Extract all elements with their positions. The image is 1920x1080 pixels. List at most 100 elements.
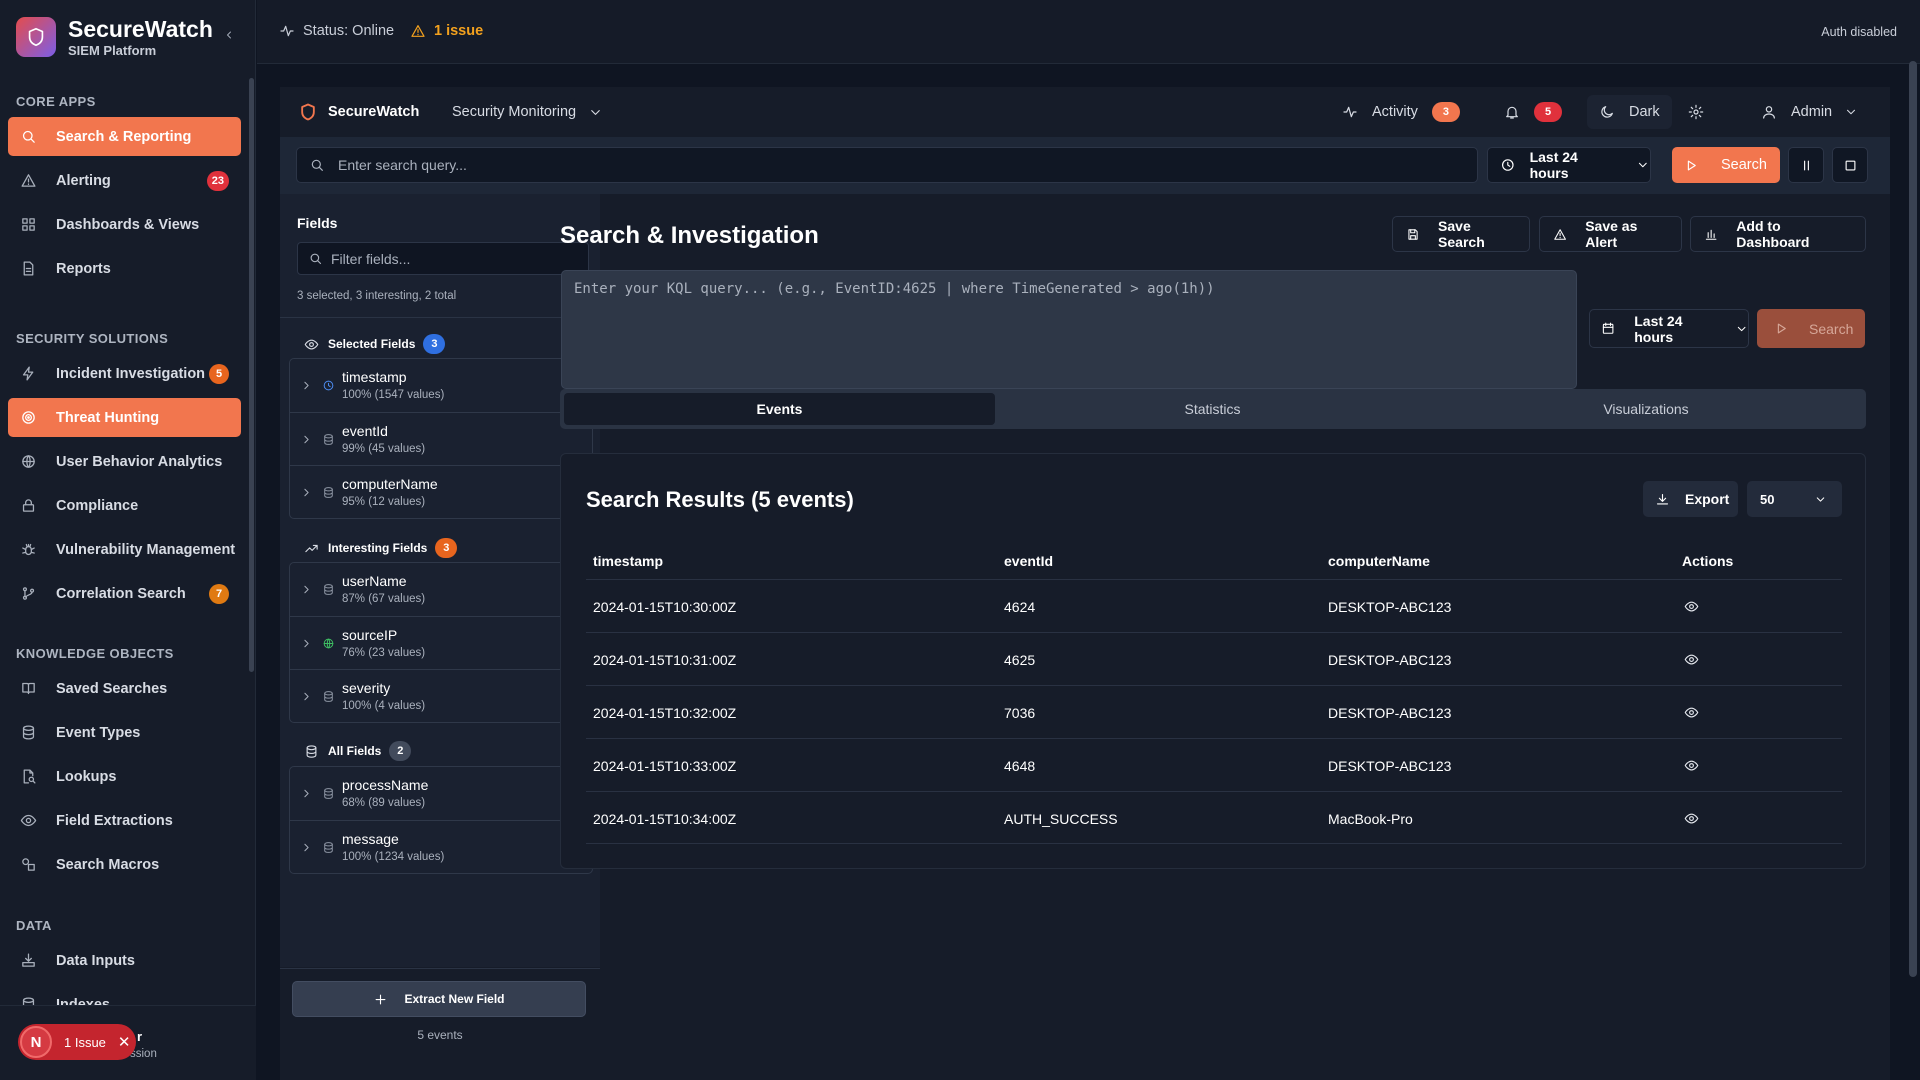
sidebar-item-alerting[interactable]: Alerting 23 xyxy=(8,161,241,200)
tab-events[interactable]: Events xyxy=(564,393,995,425)
sidebar-item-event-types[interactable]: Event Types xyxy=(8,713,241,752)
lock-icon xyxy=(22,499,35,512)
chevron-right-icon[interactable] xyxy=(300,433,313,446)
save-alert-label: Save as Alert xyxy=(1585,218,1638,250)
user-menu[interactable]: Admin xyxy=(1749,95,1870,129)
field-item[interactable]: processName 68% (89 values) xyxy=(290,767,592,820)
cell-eventid: 4648 xyxy=(1004,758,1036,774)
download-icon xyxy=(1656,493,1669,504)
table-row[interactable]: 2024-01-15T10:32:00Z 7036 DESKTOP-ABC123 xyxy=(586,685,1842,738)
add-to-dashboard-button[interactable]: Add to Dashboard xyxy=(1690,216,1866,252)
field-stats: 100% (1234 values) xyxy=(342,851,445,863)
sidebar-item-saved-searches[interactable]: Saved Searches xyxy=(8,669,241,708)
app-header: SecureWatch Security Monitoring Activity… xyxy=(280,87,1890,137)
interesting-fields-header[interactable]: Interesting Fields 3 xyxy=(304,538,458,558)
sidebar-item-threat-hunting[interactable]: Threat Hunting xyxy=(8,398,241,437)
cell-timestamp: 2024-01-15T10:30:00Z xyxy=(593,599,737,615)
field-item[interactable]: timestamp 100% (1547 values) xyxy=(290,359,592,412)
field-item[interactable]: computerName 95% (12 values) xyxy=(290,465,592,518)
field-item[interactable]: userName 87% (67 values) xyxy=(290,563,592,616)
all-fields-header[interactable]: All Fields 2 xyxy=(304,741,412,761)
collapse-sidebar-chevron-icon[interactable] xyxy=(223,29,235,41)
sidebar-item-label: Dashboards & Views xyxy=(56,216,200,233)
sidebar-item-dashboards[interactable]: Dashboards & Views xyxy=(8,205,241,244)
lightning-icon xyxy=(22,366,34,381)
kql-query-editor[interactable]: Enter your KQL query... (e.g., EventID:4… xyxy=(561,270,1577,389)
issues-toast[interactable]: N 1 Issue ✕ xyxy=(18,1024,136,1060)
tab-statistics[interactable]: Statistics xyxy=(997,393,1428,425)
sidebar-item-vulnerability-management[interactable]: Vulnerability Management xyxy=(8,530,241,569)
monitoring-dropdown[interactable]: Security Monitoring xyxy=(452,104,603,120)
tab-visualizations[interactable]: Visualizations xyxy=(1430,393,1862,425)
sidebar-item-search-macros[interactable]: Search Macros xyxy=(8,845,241,884)
view-eye-icon[interactable] xyxy=(1684,705,1699,720)
view-eye-icon[interactable] xyxy=(1684,652,1699,667)
pause-button[interactable] xyxy=(1788,147,1824,183)
section-knowledge-objects: KNOWLEDGE OBJECTS xyxy=(16,646,174,661)
table-row[interactable]: 2024-01-15T10:34:00Z AUTH_SUCCESS MacBoo… xyxy=(586,791,1842,844)
theme-toggle[interactable]: Dark xyxy=(1587,95,1672,129)
settings-button[interactable] xyxy=(1676,95,1716,129)
issue-indicator[interactable]: 1 issue xyxy=(410,23,483,39)
sidebar-item-lookups[interactable]: Lookups xyxy=(8,757,241,796)
sidebar-item-search-reporting[interactable]: Search & Reporting xyxy=(8,117,241,156)
query-time-range-select[interactable]: Last 24 hours xyxy=(1589,309,1749,348)
gear-icon xyxy=(1688,104,1704,120)
search-input[interactable]: Enter search query... xyxy=(296,147,1478,183)
cell-computername: DESKTOP-ABC123 xyxy=(1328,705,1452,721)
table-row[interactable]: 2024-01-15T10:33:00Z 4648 DESKTOP-ABC123 xyxy=(586,738,1842,791)
column-header-eventid[interactable]: eventId xyxy=(1004,553,1053,569)
sidebar-item-user-behavior-analytics[interactable]: User Behavior Analytics xyxy=(8,442,241,481)
field-item[interactable]: sourceIP 76% (23 values) xyxy=(290,616,592,669)
brand[interactable]: SecureWatch SIEM Platform xyxy=(16,16,213,58)
save-as-alert-button[interactable]: Save as Alert xyxy=(1539,216,1682,252)
sidebar-item-data-inputs[interactable]: Data Inputs xyxy=(8,941,241,980)
fields-summary: 3 selected, 3 interesting, 2 total xyxy=(297,290,457,302)
sidebar-item-reports[interactable]: Reports xyxy=(8,249,241,288)
chevron-down-icon xyxy=(1847,109,1856,115)
field-name: severity xyxy=(342,680,391,696)
export-button[interactable]: Export xyxy=(1643,481,1738,517)
file-search-icon xyxy=(23,769,36,784)
sidebar-item-compliance[interactable]: Compliance xyxy=(8,486,241,525)
field-item[interactable]: eventId 99% (45 values) xyxy=(290,412,592,465)
chevron-right-icon[interactable] xyxy=(300,379,313,392)
table-row[interactable]: 2024-01-15T10:31:00Z 4625 DESKTOP-ABC123 xyxy=(586,632,1842,685)
chevron-right-icon[interactable] xyxy=(300,690,313,703)
chevron-right-icon[interactable] xyxy=(300,637,313,650)
chevron-right-icon[interactable] xyxy=(300,486,313,499)
selected-fields-header[interactable]: Selected Fields 3 xyxy=(304,334,446,354)
save-search-button[interactable]: Save Search xyxy=(1392,216,1530,252)
group-count-badge: 3 xyxy=(435,538,458,558)
page-scrollbar[interactable] xyxy=(1909,61,1917,977)
stop-button[interactable] xyxy=(1832,147,1868,183)
close-icon[interactable]: ✕ xyxy=(118,1033,131,1051)
app-title: SecureWatch xyxy=(328,104,420,120)
sidebar-item-field-extractions[interactable]: Field Extractions xyxy=(8,801,241,840)
sidebar-scrollbar[interactable] xyxy=(249,78,254,672)
page-size-select[interactable]: 50 xyxy=(1747,481,1842,517)
column-header-timestamp[interactable]: timestamp xyxy=(593,553,663,569)
view-eye-icon[interactable] xyxy=(1684,811,1699,826)
chevron-right-icon[interactable] xyxy=(300,583,313,596)
time-range-select[interactable]: Last 24 hours xyxy=(1487,147,1651,183)
sidebar-item-incident-investigation[interactable]: Incident Investigation 5 xyxy=(8,354,241,393)
activity-button[interactable]: Activity 3 xyxy=(1330,95,1472,129)
field-item[interactable]: severity 100% (4 values) xyxy=(290,669,592,722)
fields-panel: Fields Filter fields... 3 selected, 3 in… xyxy=(280,194,600,1042)
column-header-computername[interactable]: computerName xyxy=(1328,553,1430,569)
field-item[interactable]: message 100% (1234 values) xyxy=(290,820,592,873)
table-row[interactable]: 2024-01-15T10:30:00Z 4624 DESKTOP-ABC123 xyxy=(586,579,1842,632)
view-eye-icon[interactable] xyxy=(1684,599,1699,614)
filter-fields-input[interactable]: Filter fields... xyxy=(297,242,589,275)
view-eye-icon[interactable] xyxy=(1684,758,1699,773)
cell-timestamp: 2024-01-15T10:32:00Z xyxy=(593,705,737,721)
chevron-right-icon[interactable] xyxy=(300,787,313,800)
notifications-button[interactable]: 5 xyxy=(1492,95,1574,129)
divider xyxy=(280,317,600,318)
extract-new-field-button[interactable]: Extract New Field xyxy=(292,981,586,1017)
search-button[interactable]: Search xyxy=(1672,147,1780,183)
run-query-button[interactable]: Search xyxy=(1757,309,1865,348)
sidebar-item-correlation-search[interactable]: Correlation Search 7 xyxy=(8,574,241,613)
chevron-right-icon[interactable] xyxy=(300,841,313,854)
